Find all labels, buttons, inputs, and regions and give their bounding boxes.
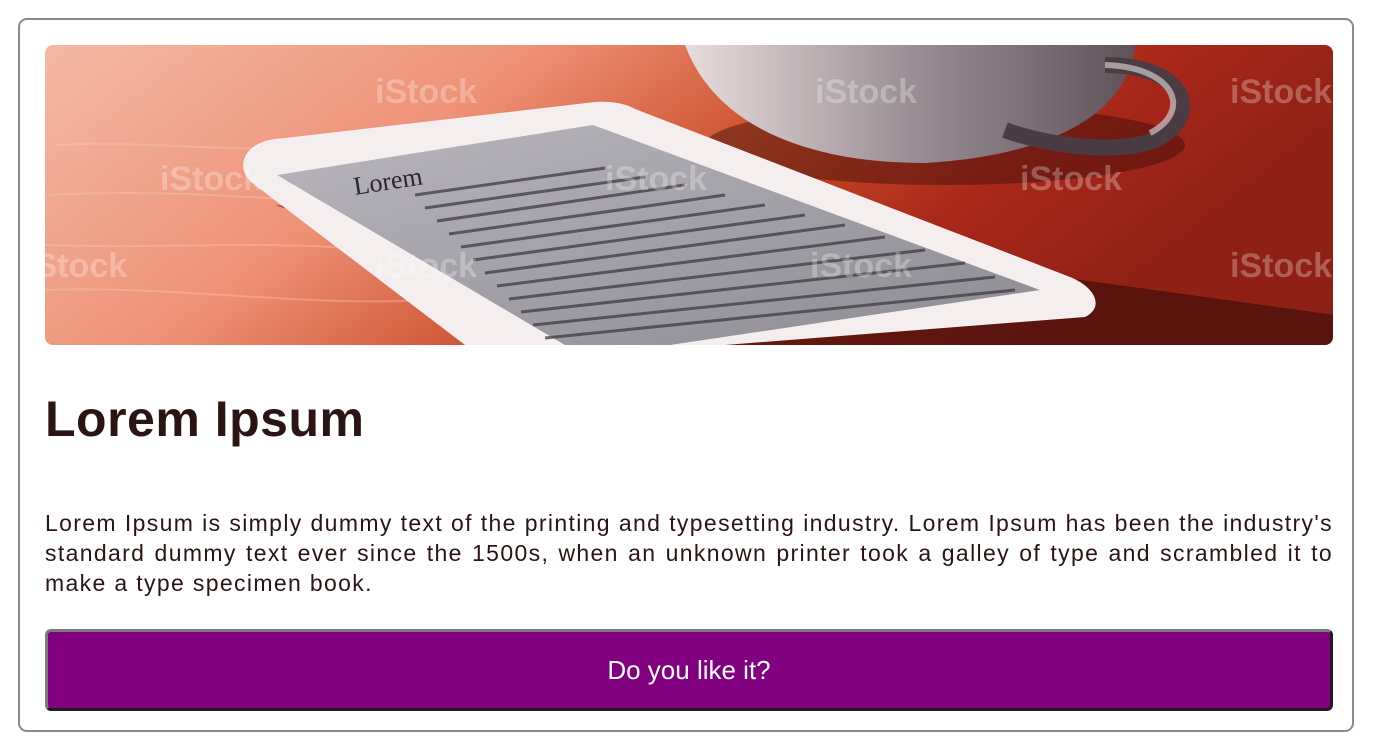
- card-title: Lorem Ipsum: [45, 391, 365, 447]
- card-description: Lorem Ipsum is simply dummy text of the …: [45, 510, 1333, 596]
- like-button-label: Do you like it?: [607, 654, 771, 685]
- content-card: Lorem iStock iStock iStock iStock iStock…: [18, 18, 1354, 732]
- watermark-text: iStock: [375, 73, 477, 111]
- hero-image: Lorem iStock iStock iStock iStock iStock…: [45, 45, 1333, 345]
- watermark-text: iStock: [815, 73, 917, 111]
- watermark-text: iStock: [1020, 160, 1122, 198]
- watermark-text: iStock: [375, 247, 477, 285]
- watermark-text: iStock: [605, 160, 707, 198]
- watermark-text: iStock: [810, 247, 912, 285]
- watermark-text: iStock: [1230, 73, 1332, 111]
- watermark-text: iStock: [45, 247, 127, 285]
- watermark-text: iStock: [1230, 247, 1332, 285]
- like-button[interactable]: Do you like it?: [45, 629, 1333, 711]
- watermark-text: iStock: [160, 160, 262, 198]
